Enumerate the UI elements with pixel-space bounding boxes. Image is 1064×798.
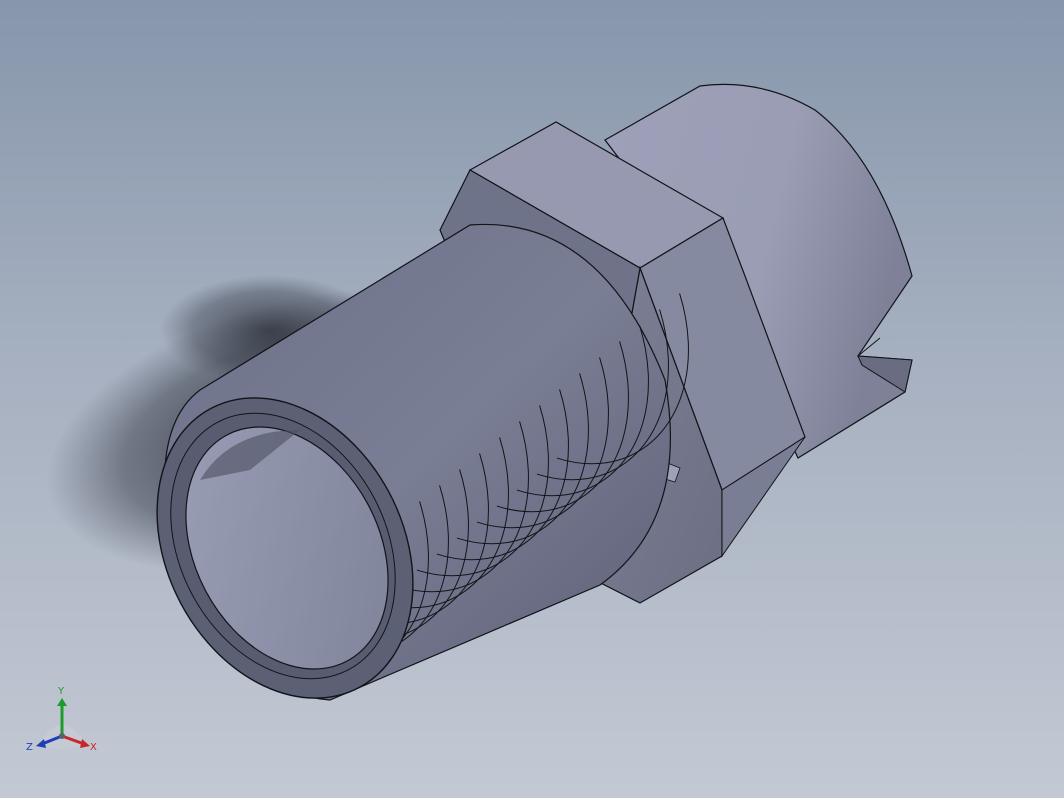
graphics-viewport[interactable]: Y X Z [0,0,1064,798]
triad-y-label: Y [57,686,65,697]
triad-x-label: X [90,742,97,753]
triad-y-arrow [57,698,67,706]
orientation-triad[interactable]: Y X Z [24,684,104,756]
part-model[interactable] [0,0,1064,798]
triad-z-label: Z [26,742,33,753]
